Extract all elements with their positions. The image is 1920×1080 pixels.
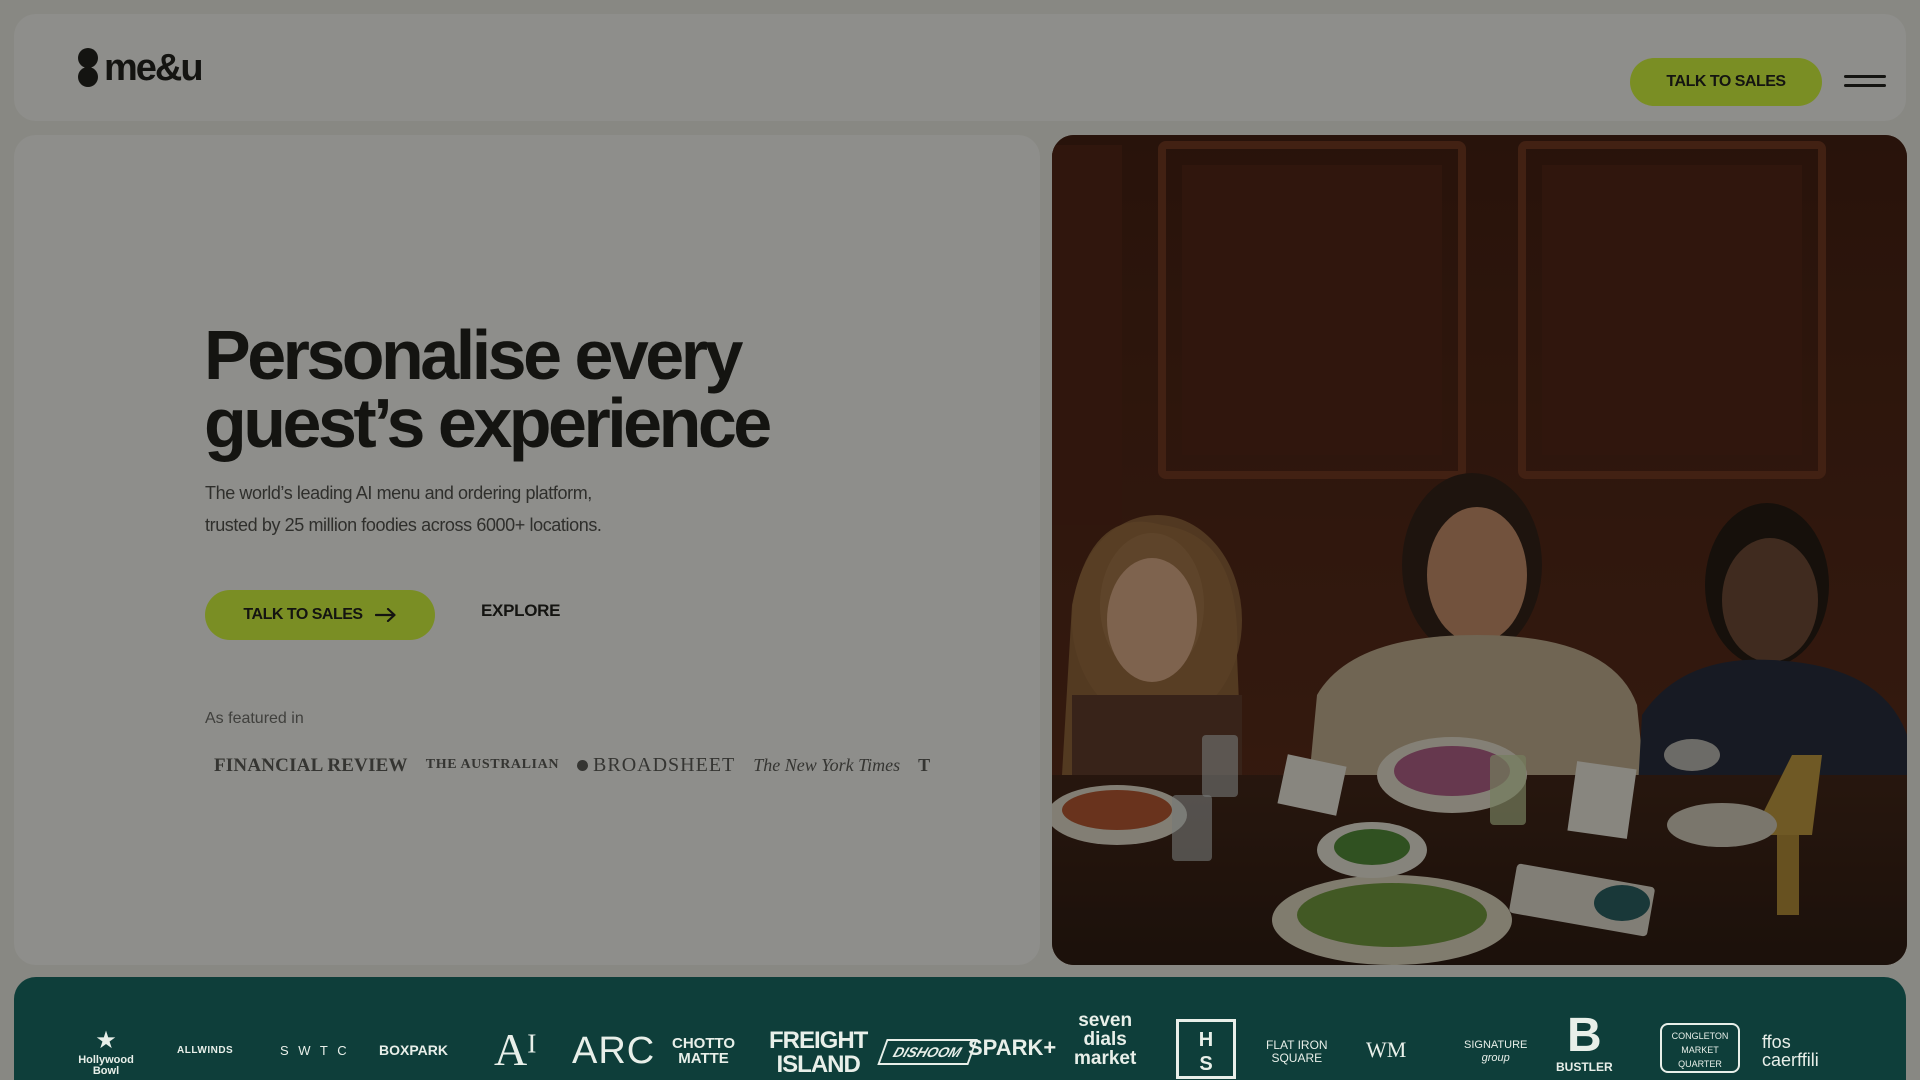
hero-cta-label: TALK TO SALES [243,606,363,623]
star-icon: ★ [95,1027,117,1054]
client-ali-logo: Aᴵ [494,1024,537,1075]
hero-subtitle: The world’s leading AI menu and ordering… [205,477,725,541]
client-chotto-matte-logo: CHOTTO MATTE [672,1035,736,1067]
client-spark-logo: SPARK+ [968,1035,1057,1060]
diners-photo-illustration [1052,135,1907,965]
hero-subtitle-line1: The world’s leading AI menu and ordering… [205,483,592,503]
client-wm-logo: WM [1366,1037,1407,1062]
hero-title-line2: guest’s experience [204,384,772,462]
press-new-york-times-logo: The New York Times [753,755,901,775]
client-dishoom-logo: DISHOOM [877,1039,978,1065]
client-ffos-caerffili-logo: ffos caerffili [1762,1032,1819,1070]
client-freight-island-logo: FREIGHT ISLAND [769,1027,868,1078]
client-signature-group-logo: SIGNATURE group [1464,1039,1528,1064]
site-header: me&u TALK TO SALES [14,14,1906,121]
hero-panel: Personalise every guest’s experience The… [14,135,1040,965]
client-logos-strip: ★ Hollywood Bowl ALLWINDS S W T C BOXPAR… [14,977,1906,1080]
client-flat-iron-square-logo: FLAT IRON SQUARE [1266,1038,1328,1065]
logo-text: me&u [104,47,204,89]
client-congleton-market-logo: CONGLETON MARKET QUARTER [1660,1023,1740,1073]
hero-title: Personalise every guest’s experience [204,320,844,458]
press-the-australian-logo: THE AUSTRALIAN [425,757,560,772]
client-hs-logo: H S [1176,1019,1236,1079]
client-boxpark-logo: BOXPARK [379,1042,448,1058]
arrow-right-icon [374,608,396,622]
hero-subtitle-line2: trusted by 25 million foodies across 600… [205,515,602,535]
press-broadsheet-logo: BROADSHEET [577,755,735,775]
brand-logo[interactable]: me&u [78,47,204,89]
client-arc-logo: ARC [572,1030,656,1072]
hero-photo [1052,135,1907,965]
hamburger-icon[interactable] [1844,72,1886,92]
logo-mark-icon [78,48,98,88]
client-bustler-logo: B BUSTLER [1556,1009,1613,1074]
press-t-logo: T [918,755,931,775]
hero-talk-to-sales-button[interactable]: TALK TO SALES [205,590,435,640]
client-allwinds-logo: ALLWINDS [177,1045,234,1056]
broadsheet-dot-icon [577,759,589,771]
client-seven-dials-market-logo: seven dials market [1074,1010,1137,1069]
press-financial-review-logo: FINANCIAL REVIEW [214,754,408,776]
press-logos: FINANCIAL REVIEW THE AUSTRALIAN BROADSHE… [214,750,930,780]
client-hollywood-bowl-logo: ★ Hollywood Bowl [66,1029,146,1077]
explore-link[interactable]: EXPLORE [481,601,560,625]
featured-in-label: As featured in [205,710,304,727]
client-swtc-logo: S W T C [280,1043,350,1058]
header-talk-to-sales-button[interactable]: TALK TO SALES [1630,58,1822,106]
hero-title-line1: Personalise every [204,316,743,394]
press-broadsheet-text: BROADSHEET [593,754,736,776]
